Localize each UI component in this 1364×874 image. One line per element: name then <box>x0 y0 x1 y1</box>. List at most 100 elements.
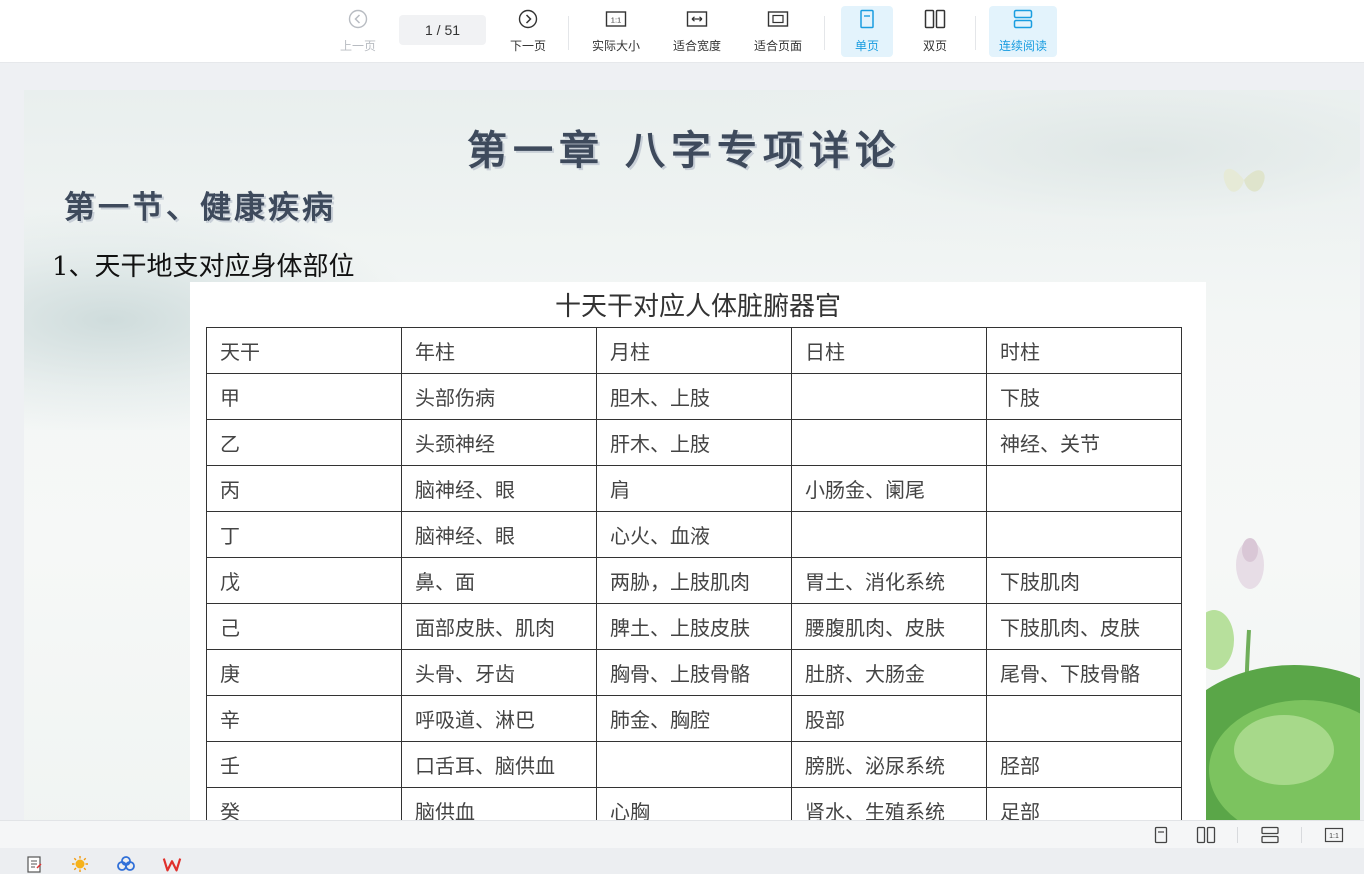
table-cell: 肩 <box>596 465 792 512</box>
table-cell: 胃土、消化系统 <box>791 557 987 604</box>
next-page-label: 下一页 <box>509 39 546 53</box>
table-cell: 尾骨、下肢骨骼 <box>986 649 1182 696</box>
table-cell <box>791 373 987 420</box>
table-row: 庚 头骨、牙齿 胸骨、上肢骨骼 肚脐、大肠金 尾骨、下肢骨骼 <box>206 649 1182 696</box>
table-cell: 神经、关节 <box>986 419 1182 466</box>
table-title: 十天干对应人体脏腑器官 <box>554 292 841 322</box>
table-cell <box>986 511 1182 558</box>
viewer-toolbar: 上一页 1 / 51 下一页 1:1 实际大小 适合宽度 适合页面 单页 双页 … <box>0 0 1364 63</box>
table-cell: 庚 <box>206 649 402 696</box>
table-cell: 胫部 <box>986 741 1182 788</box>
prev-page-button[interactable]: 上一页 <box>333 6 383 57</box>
table-panel: 十天干对应人体脏腑器官 天干 年柱 月柱 日柱 时柱 甲 头部伤病 胆木、上肢 <box>190 282 1206 820</box>
table-cell: 戊 <box>206 557 402 604</box>
table-cell: 脑神经、眼 <box>401 511 597 558</box>
single-page-icon[interactable] <box>1151 825 1171 845</box>
document-canvas[interactable]: 第一章 八字专项详论 第一节、健康疾病 1、天干地支对应身体部位 十天干对应人体… <box>0 64 1364 820</box>
table-cell: 膀胱、泌尿系统 <box>791 741 987 788</box>
double-page-icon[interactable] <box>1196 825 1216 845</box>
table-cell: 脑供血 <box>401 787 597 820</box>
fit-page-label: 适合页面 <box>753 39 802 53</box>
table-row: 戊 鼻、面 两胁，上肢肌肉 胃土、消化系统 下肢肌肉 <box>206 557 1182 604</box>
table-row: 己 面部皮肤、肌肉 脾土、上肢皮肤 腰腹肌肉、皮肤 下肢肌肉、皮肤 <box>206 603 1182 650</box>
table-cell: 心火、血液 <box>596 511 792 558</box>
table-cell: 心胸 <box>596 787 792 820</box>
view-mode-statusbar: 1:1 <box>0 820 1364 848</box>
table-row: 癸 脑供血 心胸 肾水、生殖系统 足部 <box>206 787 1182 820</box>
table-cell: 胸骨、上肢骨骼 <box>596 649 792 696</box>
svg-text:1:1: 1:1 <box>1329 833 1339 840</box>
table-header-cell: 时柱 <box>986 327 1182 374</box>
table-cell: 脑神经、眼 <box>401 465 597 512</box>
table-cell: 鼻、面 <box>401 557 597 604</box>
double-page-label: 双页 <box>922 39 947 53</box>
table-cell: 股部 <box>791 695 987 742</box>
subheading: 1、天干地支对应身体部位 <box>52 252 355 282</box>
table-cell: 两胁，上肢肌肉 <box>596 557 792 604</box>
cloud-app-icon[interactable] <box>116 854 136 874</box>
table-cell <box>596 741 792 788</box>
table-header-cell: 天干 <box>206 327 402 374</box>
table-header-cell: 年柱 <box>401 327 597 374</box>
table-cell: 肝木、上肢 <box>596 419 792 466</box>
table-row: 丙 脑神经、眼 肩 小肠金、阑尾 <box>206 465 1182 512</box>
table-cell: 头颈神经 <box>401 419 597 466</box>
table-row: 壬 口舌耳、脑供血 膀胱、泌尿系统 胫部 <box>206 741 1182 788</box>
double-page-icon <box>923 7 947 31</box>
table-cell: 辛 <box>206 695 402 742</box>
prev-page-label: 上一页 <box>339 39 376 53</box>
wps-icon[interactable] <box>162 854 182 874</box>
table-row: 乙 头颈神经 肝木、上肢 神经、关节 <box>206 419 1182 466</box>
table-cell: 丁 <box>206 511 402 558</box>
table-cell: 脾土、上肢皮肤 <box>596 603 792 650</box>
table-cell: 丙 <box>206 465 402 512</box>
sun-app-icon[interactable] <box>70 854 90 874</box>
table-cell: 头骨、牙齿 <box>401 649 597 696</box>
table-cell <box>791 511 987 558</box>
table-row: 甲 头部伤病 胆木、上肢 下肢 <box>206 373 1182 420</box>
notepad-icon[interactable] <box>24 854 44 874</box>
table-cell: 口舌耳、脑供血 <box>401 741 597 788</box>
table-header-cell: 日柱 <box>791 327 987 374</box>
toolbar-divider <box>568 16 569 50</box>
continuous-read-icon <box>1011 7 1035 31</box>
table-cell: 肺金、胸腔 <box>596 695 792 742</box>
actual-size-label: 实际大小 <box>591 39 640 53</box>
taskbar <box>0 848 1364 874</box>
single-page-icon <box>855 7 879 31</box>
fit-width-icon <box>685 7 709 31</box>
table-header-row: 天干 年柱 月柱 日柱 时柱 <box>206 327 1182 374</box>
chevron-right-circle-icon <box>516 7 540 31</box>
toolbar-divider <box>975 16 976 50</box>
actual-size-button[interactable]: 1:1 实际大小 <box>586 6 646 57</box>
organs-table: 天干 年柱 月柱 日柱 时柱 甲 头部伤病 胆木、上肢 下肢 乙 头颈神经 肝木… <box>206 327 1182 820</box>
fit-width-button[interactable]: 适合宽度 <box>667 6 727 57</box>
double-page-button[interactable]: 双页 <box>909 6 961 57</box>
table-cell: 下肢肌肉 <box>986 557 1182 604</box>
table-cell: 面部皮肤、肌肉 <box>401 603 597 650</box>
toolbar-divider <box>824 16 825 50</box>
next-page-button[interactable]: 下一页 <box>503 6 553 57</box>
table-cell: 腰腹肌肉、皮肤 <box>791 603 987 650</box>
table-cell: 壬 <box>206 741 402 788</box>
table-cell: 小肠金、阑尾 <box>791 465 987 512</box>
table-cell: 甲 <box>206 373 402 420</box>
continuous-read-button[interactable]: 连续阅读 <box>989 6 1057 57</box>
table-cell: 乙 <box>206 419 402 466</box>
one-to-one-icon: 1:1 <box>604 7 628 31</box>
continuous-read-icon[interactable] <box>1260 825 1280 845</box>
table-row: 辛 呼吸道、淋巴 肺金、胸腔 股部 <box>206 695 1182 742</box>
single-page-label: 单页 <box>854 39 879 53</box>
actual-size-icon[interactable]: 1:1 <box>1324 825 1344 845</box>
page-number-input[interactable]: 1 / 51 <box>399 15 486 45</box>
table-cell: 头部伤病 <box>401 373 597 420</box>
continuous-read-label: 连续阅读 <box>998 39 1047 53</box>
table-cell: 足部 <box>986 787 1182 820</box>
chapter-title: 第一章 八字专项详论 <box>467 127 901 174</box>
fit-page-button[interactable]: 适合页面 <box>748 6 808 57</box>
table-cell <box>791 419 987 466</box>
table-cell <box>986 695 1182 742</box>
statusbar-divider <box>1301 827 1302 843</box>
table-cell: 肚脐、大肠金 <box>791 649 987 696</box>
single-page-button[interactable]: 单页 <box>841 6 893 57</box>
